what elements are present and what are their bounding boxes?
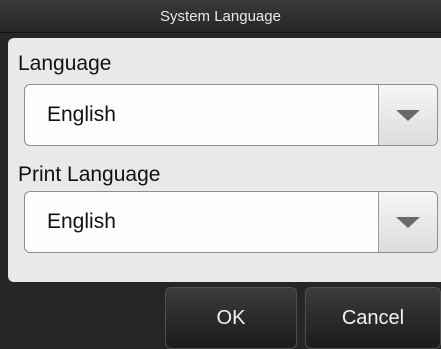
print-language-select-value: English: [47, 210, 116, 233]
language-label: Language: [18, 52, 112, 75]
print-language-select[interactable]: English: [24, 191, 438, 253]
chevron-down-icon: [396, 216, 420, 228]
chevron-down-icon: [396, 109, 420, 121]
language-dropdown-button[interactable]: [378, 85, 437, 145]
ok-button[interactable]: OK: [165, 287, 297, 349]
print-language-dropdown-button[interactable]: [378, 192, 437, 252]
settings-panel: Language English Print Language English: [8, 38, 441, 282]
language-select-value: English: [47, 103, 116, 126]
cancel-button[interactable]: Cancel: [305, 287, 441, 349]
dialog-title: System Language: [0, 0, 441, 33]
system-language-dialog: System Language Language English Print L…: [0, 0, 441, 349]
language-select[interactable]: English: [24, 84, 438, 146]
print-language-label: Print Language: [18, 163, 161, 186]
